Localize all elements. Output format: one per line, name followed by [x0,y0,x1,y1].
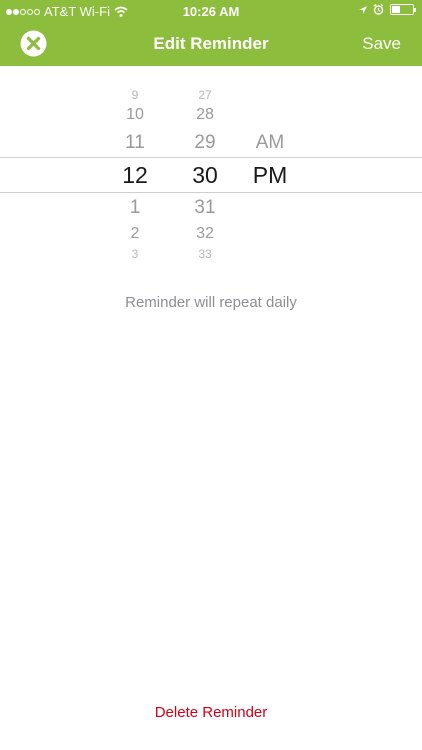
battery-icon [390,4,416,15]
status-bar: AT&T Wi-Fi 10:26 AM [0,0,422,22]
hour-option[interactable]: 3 [110,247,160,261]
ampm-wheel[interactable]: AM PM [245,66,295,271]
minute-option-selected[interactable]: 30 [180,162,230,189]
minute-option[interactable]: 29 [180,132,230,154]
hour-option[interactable]: 11 [110,132,160,154]
minute-option[interactable]: 31 [180,197,230,219]
hour-option[interactable]: 1 [110,197,160,219]
header-bar: AT&T Wi-Fi 10:26 AM Edit Reminder Save [0,0,422,66]
time-picker[interactable]: 9 10 11 12 1 2 3 27 28 29 30 31 32 33 AM… [0,66,422,271]
minute-option[interactable]: 27 [180,88,230,102]
repeat-info-text: Reminder will repeat daily [125,294,297,311]
location-arrow-icon [359,5,367,14]
save-button[interactable]: Save [362,34,401,54]
minute-option[interactable]: 32 [180,225,230,243]
minute-option[interactable]: 33 [180,247,230,261]
hour-option[interactable]: 2 [110,225,160,243]
hour-option[interactable]: 9 [110,88,160,102]
hour-option[interactable]: 10 [110,106,160,124]
delete-reminder-button[interactable]: Delete Reminder [0,704,422,721]
page-title: Edit Reminder [153,34,269,53]
hour-option-selected[interactable]: 12 [110,162,160,189]
minute-option[interactable]: 28 [180,106,230,124]
alarm-clock-icon [373,4,384,15]
ampm-option-selected[interactable]: PM [245,162,295,189]
ampm-option[interactable]: AM [245,132,295,154]
hour-wheel[interactable]: 9 10 11 12 1 2 3 [110,66,160,271]
minute-wheel[interactable]: 27 28 29 30 31 32 33 [180,66,230,271]
